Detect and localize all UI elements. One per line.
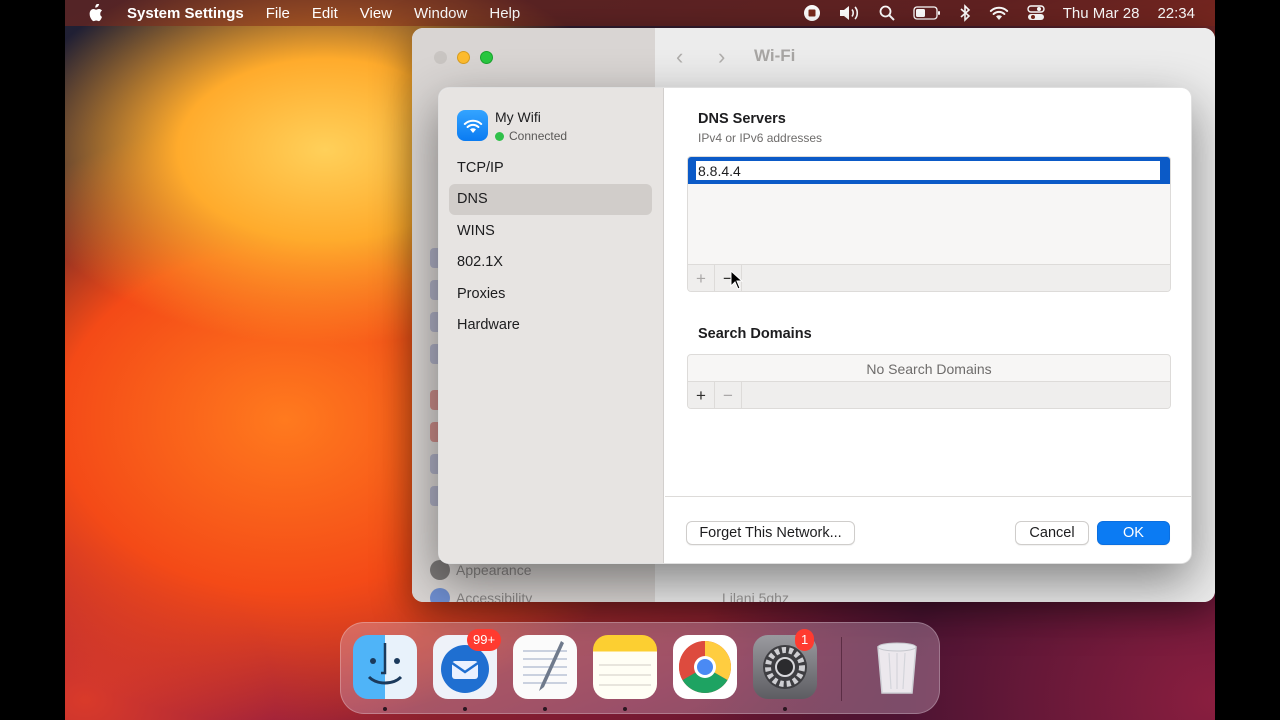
tab-wins[interactable]: WINS [449,216,652,247]
sidebar-item-label: Accessibility [456,590,533,602]
wifi-icon [457,110,488,141]
battery-icon[interactable] [913,6,941,20]
menu-bar: System Settings File Edit View Window He… [65,0,1215,26]
search-domains-list: No Search Domains + − [687,354,1171,409]
menu-bar-time[interactable]: 22:34 [1157,5,1195,22]
remove-search-domain-button[interactable]: − [715,382,742,408]
tab-8021x[interactable]: 802.1X [449,247,652,278]
dns-servers-title: DNS Servers [698,111,786,127]
window-minimize-button[interactable] [457,51,470,64]
dock: 99+ 1 [340,622,940,714]
dock-running-indicator [383,707,387,711]
dock-running-indicator [623,707,627,711]
screen: System Settings File Edit View Window He… [0,0,1280,720]
cancel-button[interactable]: Cancel [1015,521,1089,545]
dock-running-indicator [463,707,467,711]
window-close-button[interactable] [434,51,447,64]
network-status-label: Connected [509,129,568,143]
menu-file[interactable]: File [266,5,290,22]
sidebar-item-accessibility[interactable]: Accessibility [430,588,532,602]
dock-running-indicator [783,707,787,711]
dock-running-indicator [543,707,547,711]
chrome-icon[interactable] [673,635,737,699]
dns-settings-pane: DNS Servers IPv4 or IPv6 addresses + − S… [665,88,1191,496]
status-dot-icon [495,131,504,141]
add-dns-button[interactable]: + [688,265,715,291]
unread-badge: 99+ [467,629,502,651]
screen-record-icon[interactable] [803,4,821,22]
control-center-icon[interactable] [1027,4,1045,22]
spotlight-search-icon[interactable] [879,5,895,21]
system-settings-icon[interactable]: 1 [753,629,817,699]
dns-servers-subtitle: IPv4 or IPv6 addresses [698,131,823,145]
network-status: Connected [495,129,567,143]
tab-tcpip[interactable]: TCP/IP [449,153,652,184]
dns-servers-list: + − [687,156,1171,292]
update-badge: 1 [795,629,815,651]
menu-view[interactable]: View [360,5,392,22]
tab-proxies[interactable]: Proxies [449,279,652,310]
bluetooth-icon[interactable] [959,4,971,22]
volume-icon[interactable] [839,5,861,21]
search-domains-empty: No Search Domains [866,361,992,377]
dns-list-toolbar: + − [688,264,1170,291]
dns-server-field[interactable] [696,161,1160,180]
back-chevron-icon[interactable]: ‹ [676,44,683,70]
tab-hardware[interactable]: Hardware [449,310,652,341]
notes-icon[interactable] [593,635,657,699]
wifi-status-icon[interactable] [989,5,1009,21]
accessibility-icon [430,588,450,602]
dialog-footer: Forget This Network... Cancel OK [665,496,1191,563]
network-header: My Wifi Connected [457,109,567,143]
textedit-icon[interactable] [513,635,577,699]
tab-dns[interactable]: DNS [449,184,652,215]
trash-icon[interactable] [865,635,929,699]
menu-edit[interactable]: Edit [312,5,338,22]
network-list-row[interactable]: Lilani 5ghz [722,590,789,602]
dns-server-row[interactable] [688,157,1170,184]
thunderbird-icon[interactable]: 99+ [433,629,502,699]
menu-bar-date[interactable]: Thu Mar 28 [1063,5,1140,22]
apple-menu-icon[interactable] [87,3,103,22]
mouse-cursor-icon [730,270,744,290]
menu-help[interactable]: Help [489,5,520,22]
menu-app-name[interactable]: System Settings [127,5,244,22]
menu-window[interactable]: Window [414,5,467,22]
network-name: My Wifi [495,109,541,125]
network-details-dialog: My Wifi Connected TCP/IP DNS WINS 802.1X… [438,87,1192,564]
finder-icon[interactable] [353,635,417,699]
sidebar-item-label: Appearance [456,562,532,578]
search-domains-title: Search Domains [698,326,812,342]
search-list-toolbar: + − [688,381,1170,408]
menu-bar-extras: Thu Mar 28 22:34 [803,0,1195,26]
forget-network-button[interactable]: Forget This Network... [686,521,855,545]
window-maximize-button[interactable] [480,51,493,64]
forward-chevron-icon[interactable]: › [718,44,725,70]
ok-button[interactable]: OK [1097,521,1170,545]
add-search-domain-button[interactable]: + [688,382,715,408]
dock-separator [841,637,842,701]
window-title: Wi-Fi [754,46,796,65]
dialog-sidebar: My Wifi Connected TCP/IP DNS WINS 802.1X… [439,88,664,563]
